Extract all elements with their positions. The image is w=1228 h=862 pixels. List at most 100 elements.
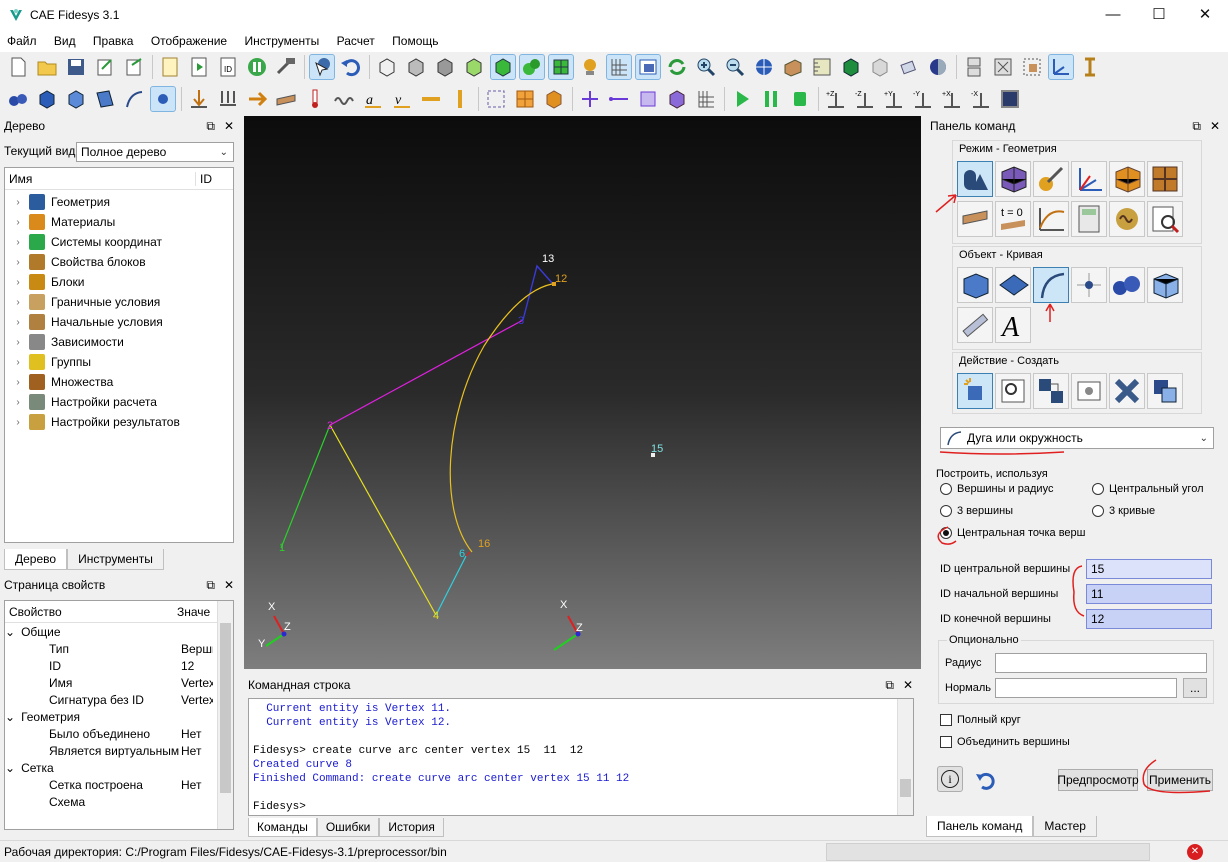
- apply-button[interactable]: Применить: [1147, 769, 1213, 791]
- view-minus-y-icon[interactable]: -Y: [911, 87, 935, 111]
- shaded-icon[interactable]: [433, 55, 457, 79]
- run-script-icon[interactable]: [187, 55, 211, 79]
- checkbox-box[interactable]: [940, 714, 952, 726]
- ruler-icon[interactable]: [810, 55, 834, 79]
- radio-vertices-radius[interactable]: Вершины и радиус: [940, 483, 1070, 495]
- console-scrollbar[interactable]: [897, 699, 913, 815]
- view-minus-x-icon[interactable]: -X: [969, 87, 993, 111]
- hex-icon[interactable]: [665, 87, 689, 111]
- tab-commands[interactable]: Команды: [248, 818, 317, 837]
- node-icon[interactable]: [578, 87, 602, 111]
- viewport-icon[interactable]: [635, 54, 661, 80]
- prop-group[interactable]: ⌄ Общие: [5, 623, 233, 640]
- open-folder-icon[interactable]: [35, 55, 59, 79]
- displacement-icon[interactable]: [245, 87, 269, 111]
- force-icon[interactable]: [187, 87, 211, 111]
- pause-icon[interactable]: [245, 55, 269, 79]
- browse-button[interactable]: ...: [1183, 678, 1207, 698]
- initial-mode-icon[interactable]: t = 0: [995, 201, 1031, 237]
- beam-icon[interactable]: [1078, 55, 1102, 79]
- center-id-input[interactable]: 15: [1086, 559, 1212, 579]
- prop-group[interactable]: ⌄ Сетка: [5, 759, 233, 776]
- tree-item[interactable]: › Материалы: [5, 212, 233, 232]
- tree-view[interactable]: Имя ID › Геометрия › Материалы › Системы коор…: [4, 167, 234, 543]
- edge-icon[interactable]: [607, 87, 631, 111]
- copy-action-icon[interactable]: [1147, 373, 1183, 409]
- close-button[interactable]: ✕: [1182, 0, 1228, 30]
- chevron-right-icon[interactable]: ›: [11, 277, 25, 288]
- close-panel-icon[interactable]: ✕: [1210, 119, 1220, 134]
- results-mode-icon[interactable]: [1109, 201, 1145, 237]
- hidden-line-icon[interactable]: [404, 55, 428, 79]
- refresh-icon[interactable]: [665, 55, 689, 79]
- text-object-icon[interactable]: A: [995, 307, 1031, 343]
- close-panel-icon[interactable]: ✕: [224, 119, 234, 134]
- tree-item[interactable]: › Зависимости: [5, 332, 233, 352]
- run-icon[interactable]: [730, 87, 754, 111]
- surface-icon[interactable]: [93, 87, 117, 111]
- mesh-select-icon[interactable]: [484, 87, 508, 111]
- transparent-cube-icon[interactable]: [868, 55, 892, 79]
- tree-item[interactable]: › Блоки: [5, 272, 233, 292]
- normal-input[interactable]: [995, 678, 1177, 698]
- prop-row[interactable]: Схема: [5, 793, 233, 810]
- info-button[interactable]: i: [937, 766, 963, 792]
- preview-button[interactable]: Предпросмотр: [1057, 769, 1139, 791]
- chevron-right-icon[interactable]: ›: [11, 217, 25, 228]
- col-name-header[interactable]: Имя: [9, 172, 195, 186]
- material-mode-icon[interactable]: [1033, 161, 1069, 197]
- grid-icon[interactable]: [606, 54, 632, 80]
- shaded-edges-icon[interactable]: [462, 55, 486, 79]
- measure-object-icon[interactable]: [957, 307, 993, 343]
- col-prop-header[interactable]: Свойство: [9, 605, 177, 619]
- graphics-viewport[interactable]: 13 12 3 2 1 4 16 6 15 X Y Z X Z: [244, 116, 921, 669]
- chevron-right-icon[interactable]: ›: [11, 417, 25, 428]
- zoom-in-icon[interactable]: [694, 55, 718, 79]
- start-id-input[interactable]: 11: [1086, 584, 1212, 604]
- box-icon[interactable]: [64, 87, 88, 111]
- view-plus-y-icon[interactable]: +Y: [882, 87, 906, 111]
- calculator-mode-icon[interactable]: [1071, 201, 1107, 237]
- dependency-mode-icon[interactable]: [1033, 201, 1069, 237]
- chevron-down-icon[interactable]: ⌄: [5, 625, 15, 639]
- column-icon[interactable]: [448, 87, 472, 111]
- sets-mode-icon[interactable]: [1147, 161, 1183, 197]
- block-mode-icon[interactable]: [1109, 161, 1145, 197]
- journal-icon[interactable]: ID: [216, 55, 240, 79]
- pause-run-icon[interactable]: [759, 87, 783, 111]
- coord-mode-icon[interactable]: [1071, 161, 1107, 197]
- spring-icon[interactable]: [332, 87, 356, 111]
- transform-action-icon[interactable]: [1033, 373, 1069, 409]
- radio-three-vertices[interactable]: 3 вершины: [940, 505, 1070, 517]
- tab-errors[interactable]: Ошибки: [316, 818, 380, 837]
- tree-item[interactable]: › Граничные условия: [5, 292, 233, 312]
- col-value-header[interactable]: Значе: [177, 605, 210, 619]
- accel-icon[interactable]: a: [361, 87, 385, 111]
- element-grid-icon[interactable]: [694, 87, 718, 111]
- menu-help[interactable]: Помощь: [385, 30, 445, 48]
- curve-type-select[interactable]: Дуга или окружность ⌄: [940, 427, 1214, 449]
- tab-wizard[interactable]: Мастер: [1033, 816, 1097, 837]
- tree-item[interactable]: › Настройки расчета: [5, 392, 233, 412]
- prop-row[interactable]: Является виртуальным Нет: [5, 742, 233, 759]
- beam-load-icon[interactable]: [419, 87, 443, 111]
- face-icon[interactable]: [636, 87, 660, 111]
- tree-item[interactable]: › Настройки результатов: [5, 412, 233, 432]
- edit-script-icon[interactable]: [158, 55, 182, 79]
- tree-item[interactable]: › Начальные условия: [5, 312, 233, 332]
- radio-circle[interactable]: [1092, 505, 1104, 517]
- mesh-grid-icon[interactable]: [513, 87, 537, 111]
- undo-icon[interactable]: [339, 55, 363, 79]
- zoom-out-icon[interactable]: [723, 55, 747, 79]
- prop-row[interactable]: Тип Верши: [5, 640, 233, 657]
- mesh-cube-icon[interactable]: [542, 87, 566, 111]
- mesh-view-icon[interactable]: [548, 54, 574, 80]
- wireframe-icon[interactable]: [375, 55, 399, 79]
- solid-green-icon[interactable]: [490, 54, 516, 80]
- chevron-right-icon[interactable]: ›: [11, 257, 25, 268]
- multi-body-icon[interactable]: [519, 54, 545, 80]
- float-icon[interactable]: ⧉: [885, 678, 894, 693]
- view-plus-x-icon[interactable]: +X: [940, 87, 964, 111]
- boundary-mode-icon[interactable]: [957, 201, 993, 237]
- menu-view[interactable]: Вид: [47, 30, 83, 48]
